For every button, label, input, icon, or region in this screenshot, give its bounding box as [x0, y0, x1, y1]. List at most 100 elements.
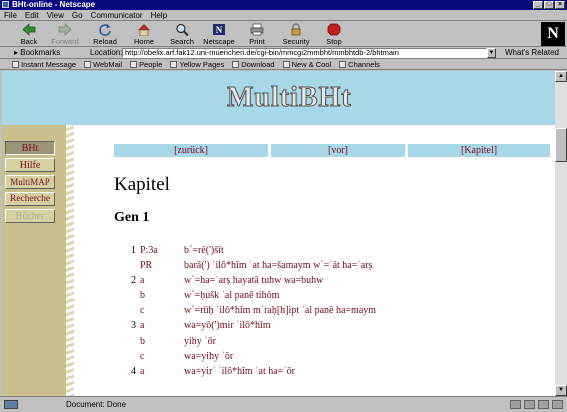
- navigator-icon[interactable]: [510, 400, 521, 409]
- home-icon: [138, 24, 150, 36]
- bookmark-icon: [84, 60, 92, 68]
- nav-next-link[interactable]: [vor]: [271, 144, 405, 157]
- close-button[interactable]: ×: [555, 1, 565, 9]
- verse-number: 4: [131, 365, 136, 377]
- verse-label[interactable]: b: [140, 334, 145, 349]
- bookmark-icon: [130, 60, 138, 68]
- menu-file[interactable]: File: [4, 10, 17, 20]
- search-button[interactable]: Search: [165, 22, 199, 46]
- url-dropdown-button[interactable]: ▼: [487, 48, 496, 58]
- verse-label[interactable]: c: [140, 303, 144, 318]
- vertical-scrollbar[interactable]: ▲ ▼: [555, 71, 567, 396]
- bookmark-icon: [170, 60, 178, 68]
- location-toolbar: ▸ Bookmarks Location: http://obelix.arf.…: [0, 47, 567, 59]
- stop-button[interactable]: Stop: [317, 22, 351, 46]
- menu-go[interactable]: Go: [72, 10, 83, 20]
- verse-label[interactable]: P:3a: [140, 243, 158, 258]
- verse-text[interactable]: w´=ha=ʾarṣ hayatā tuhw wa=buhw: [184, 273, 323, 288]
- site-logo: MultiBHt: [227, 82, 352, 114]
- netscape-throbber-icon[interactable]: N: [541, 22, 565, 46]
- minimize-button[interactable]: _: [533, 1, 543, 9]
- verse-label[interactable]: PR: [140, 258, 152, 273]
- verse-text[interactable]: w´=rūḥ ʾilō*hīm m´raḥ[h]ipt ʿal panē ha=…: [184, 303, 376, 318]
- verse-number: 2: [131, 275, 136, 287]
- personal-item-instant-message[interactable]: Instant Message: [12, 59, 76, 69]
- url-input[interactable]: http://obelix.arf.fak12.uni-muenchen.de/…: [122, 48, 487, 58]
- bookmark-icon: [232, 60, 240, 68]
- connection-status-icon: [4, 400, 18, 409]
- menu-bar: File Edit View Go Communicator Help: [0, 10, 567, 21]
- composer-icon[interactable]: [552, 400, 563, 409]
- personal-toolbar: Instant Message WebMail People Yellow Pa…: [0, 59, 567, 70]
- mail-icon[interactable]: [524, 400, 535, 409]
- scroll-up-button[interactable]: ▲: [555, 71, 567, 82]
- bookmark-icon: [12, 60, 19, 68]
- netscape-button[interactable]: N Netscape: [202, 22, 236, 46]
- window-titlebar: BHt-online - Netscape _ □ ×: [0, 0, 567, 10]
- back-button[interactable]: Back: [12, 22, 46, 46]
- menu-communicator[interactable]: Communicator: [91, 10, 143, 20]
- personal-item-webmail[interactable]: WebMail: [84, 59, 122, 69]
- menu-view[interactable]: View: [47, 10, 64, 20]
- verse-text[interactable]: barā(') ʾilō*hīm ʾat ha=šamaym w´=ʾāt ha…: [184, 258, 372, 273]
- reload-button[interactable]: Reload: [88, 22, 122, 46]
- verse-text[interactable]: wa=yirʾ ʾilō*hīm ʾat ha=ʾōr: [184, 364, 295, 379]
- menu-help[interactable]: Help: [151, 10, 167, 20]
- sidebar-item-recherche[interactable]: Recherche: [5, 192, 55, 206]
- chevron-down-icon: ▼: [558, 387, 564, 393]
- status-bar: Document: Done: [0, 396, 567, 412]
- print-button[interactable]: Print: [240, 22, 274, 46]
- verse-label[interactable]: a: [140, 364, 144, 379]
- nav-back-link[interactable]: [zurück]: [114, 144, 268, 157]
- verse-text[interactable]: wa=yihy ʾōr: [184, 349, 233, 364]
- forward-button[interactable]: Forward: [48, 22, 82, 46]
- scroll-thumb[interactable]: [555, 128, 567, 162]
- newsgroup-icon[interactable]: [538, 400, 549, 409]
- page-title: Kapitel: [114, 174, 170, 195]
- personal-item-new-cool[interactable]: New & Cool: [282, 59, 331, 69]
- window-title: BHt-online - Netscape: [12, 0, 96, 9]
- personal-item-download[interactable]: Download: [232, 59, 275, 69]
- sidebar-item-hilfe[interactable]: Hilfe: [5, 158, 55, 172]
- component-tray: [510, 400, 563, 409]
- verse-text[interactable]: b´=rē(')šīt: [184, 243, 224, 258]
- security-button[interactable]: Security: [279, 22, 313, 46]
- bookmark-icon: [339, 60, 347, 68]
- verse-label[interactable]: b: [140, 288, 145, 303]
- chevron-up-icon: ▲: [558, 73, 564, 79]
- verse-label[interactable]: a: [140, 318, 144, 333]
- chapter-navigation: [zurück] [vor] [Kapitel]: [114, 144, 550, 157]
- home-button[interactable]: Home: [127, 22, 161, 46]
- verse-text[interactable]: yihy ʾōr: [184, 334, 216, 349]
- maximize-button[interactable]: □: [544, 1, 554, 9]
- location-label: Location:: [90, 48, 123, 57]
- forward-arrow-icon: [58, 23, 72, 36]
- personal-item-yellow-pages[interactable]: Yellow Pages: [170, 59, 224, 69]
- personal-item-channels[interactable]: Channels: [339, 59, 380, 69]
- whats-related-button[interactable]: What's Related: [505, 47, 559, 59]
- status-text: Document: Done: [66, 400, 127, 409]
- back-arrow-icon: [22, 23, 36, 36]
- sidebar-item-bht[interactable]: BHt: [5, 141, 55, 155]
- svg-text:N: N: [216, 25, 223, 35]
- personal-item-people[interactable]: People: [130, 59, 162, 69]
- sidebar-item-multimap[interactable]: MultiMAP: [5, 175, 55, 189]
- bookmarks-button[interactable]: ▸ Bookmarks: [14, 47, 60, 59]
- menu-edit[interactable]: Edit: [25, 10, 39, 20]
- verse-label[interactable]: a: [140, 273, 144, 288]
- bookmark-icon: [282, 60, 290, 68]
- sidebar-item-buecher: Bücher: [5, 209, 55, 223]
- page-content: MultiBHt BHt Hilfe MultiMAP Recherche Bü…: [2, 71, 555, 396]
- scroll-down-button[interactable]: ▼: [555, 385, 567, 396]
- sidebar-nav: BHt Hilfe MultiMAP Recherche Bücher: [2, 125, 74, 396]
- site-banner: MultiBHt: [2, 71, 555, 125]
- stop-icon: [327, 23, 341, 36]
- nav-chapter-link[interactable]: [Kapitel]: [408, 144, 550, 157]
- verse-text[interactable]: wa=yō(')mir ʾilō*hīm: [184, 318, 271, 333]
- verse-number: 3: [131, 320, 136, 332]
- navigation-toolbar: Back Forward Reload Home Search N Netsca…: [0, 21, 567, 47]
- chevron-down-icon: ▼: [488, 50, 495, 56]
- verse-text[interactable]: w´=ḥušk ʿal panē tihōm: [184, 288, 279, 303]
- netscape-window-icon: [2, 1, 9, 8]
- verse-label[interactable]: c: [140, 349, 144, 364]
